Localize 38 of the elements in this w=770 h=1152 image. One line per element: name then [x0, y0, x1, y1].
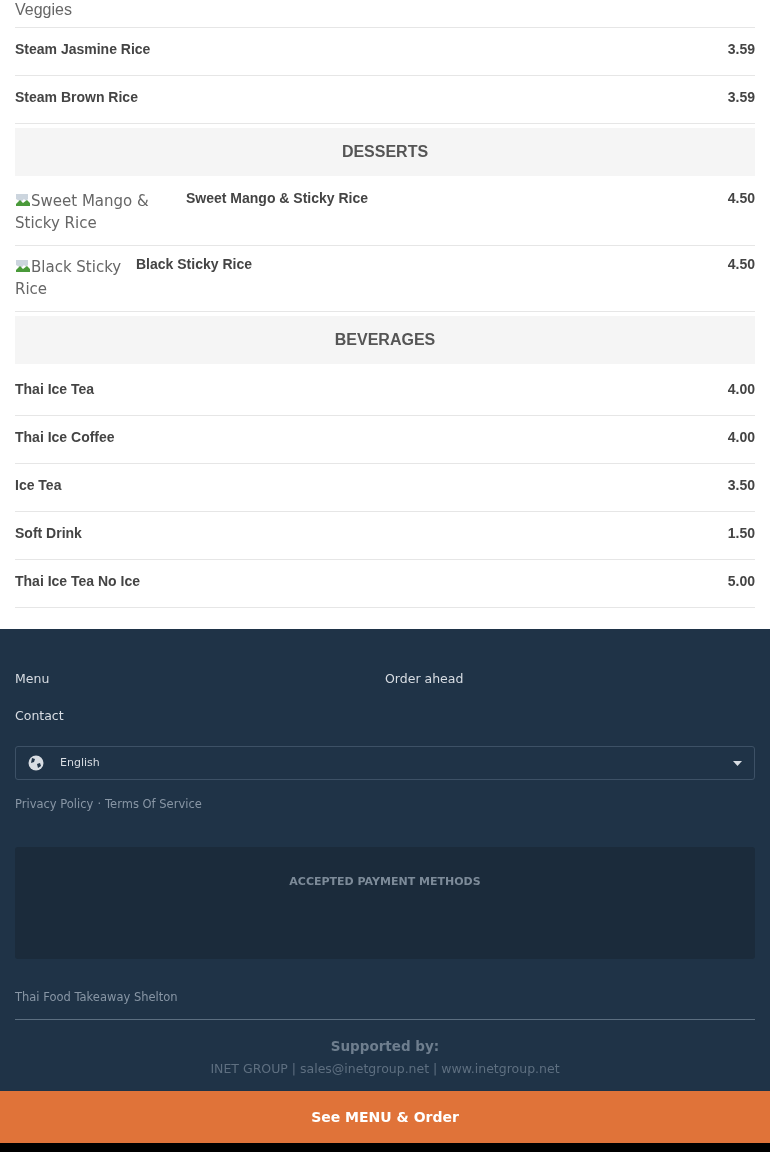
- globe-icon: [28, 755, 44, 771]
- item-price: 3.59: [727, 89, 755, 106]
- image-alt-text: Black Sticky Rice: [15, 257, 123, 300]
- item-price: 1.50: [727, 525, 755, 542]
- footer-link[interactable]: Menu: [15, 670, 50, 689]
- item-name: Black Sticky Rice: [136, 256, 252, 274]
- supported-by-label: Supported by:: [329, 1036, 441, 1056]
- legal-link[interactable]: Terms Of Service: [105, 797, 202, 811]
- item-price: 4.50: [727, 190, 755, 207]
- separator-dot: ·: [97, 797, 102, 811]
- item-price: 3.59: [727, 41, 755, 58]
- broken-image-icon: [15, 258, 31, 274]
- item-name: Thai Ice Coffee: [15, 429, 115, 446]
- section-heading: DESSERTS: [341, 142, 429, 162]
- broken-image-icon: [15, 192, 31, 208]
- item-price: 4.50: [727, 256, 755, 273]
- item-name: Thai Ice Tea No Ice: [15, 573, 140, 590]
- item-price: 4.00: [727, 429, 755, 446]
- item-name: Steam Jasmine Rice: [15, 41, 151, 58]
- legal-link[interactable]: Privacy Policy: [15, 797, 94, 811]
- item-name: Sweet Mango & Sticky Rice: [186, 190, 369, 208]
- payment-methods-title: ACCEPTED PAYMENT METHODS: [289, 875, 481, 889]
- supporter-info: INET GROUP | sales@inetgroup.net | www.inetgroup.net: [209, 1059, 561, 1078]
- item-name: Steam Brown Rice: [15, 89, 138, 106]
- item-description: Veggies: [15, 0, 73, 20]
- restaurant-name: Thai Food Takeaway Shelton: [15, 989, 755, 1020]
- item-name: Soft Drink: [15, 525, 82, 542]
- section-heading: BEVERAGES: [334, 330, 436, 350]
- footer-link[interactable]: Contact: [15, 707, 64, 726]
- footer-link[interactable]: Order ahead: [385, 670, 464, 689]
- image-alt-text: Sweet Mango & Sticky Rice: [15, 191, 150, 234]
- caret-icon: [733, 760, 742, 766]
- item-name: Thai Ice Tea: [15, 381, 95, 398]
- language-select[interactable]: English: [15, 746, 755, 780]
- item-price: 4.00: [727, 381, 755, 398]
- item-price: 3.50: [727, 477, 755, 494]
- item-price: 5.00: [727, 573, 755, 590]
- item-name: Ice Tea: [15, 477, 62, 494]
